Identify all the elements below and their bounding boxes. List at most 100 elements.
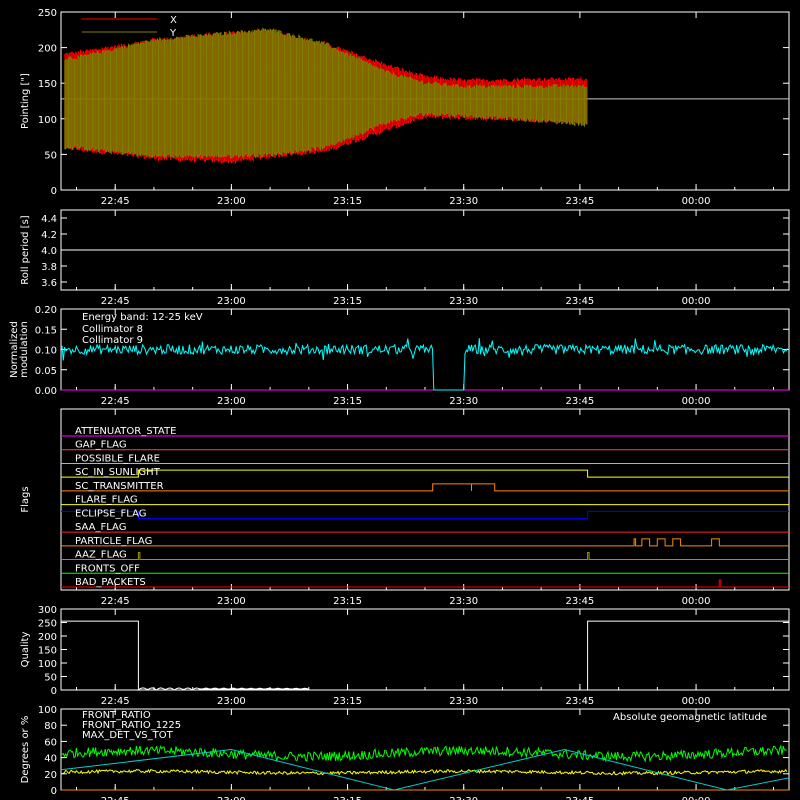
- flag-label: PARTICLE_FLAG: [75, 536, 152, 547]
- y-tick-label: 4.2: [41, 230, 57, 241]
- x-tick-label: 23:00: [217, 696, 246, 707]
- y-tick-label: 0.00: [35, 386, 57, 397]
- series-y: [64, 27, 588, 159]
- y-tick-label: 40: [44, 754, 57, 765]
- x-tick-label: 23:30: [449, 696, 478, 707]
- y-tick-label: 0: [51, 186, 57, 197]
- y-tick-label: 20: [44, 770, 57, 781]
- y-tick-label: 300: [38, 605, 57, 616]
- y-tick-label: 4.0: [41, 246, 57, 257]
- geomagnetic-latitude-label: Absolute geomagnetic latitude: [613, 712, 767, 723]
- y-tick-label: 100: [38, 659, 57, 670]
- x-tick-label: 23:30: [449, 796, 478, 800]
- x-tick-label: 23:15: [333, 596, 362, 607]
- y-tick-label: 60: [44, 737, 57, 748]
- y-tick-label: 150: [38, 79, 57, 90]
- x-tick-label: 22:45: [101, 396, 130, 407]
- y-tick-label: 100: [38, 705, 57, 716]
- x-tick-label: 23:15: [333, 396, 362, 407]
- x-tick-label: 00:00: [682, 196, 711, 207]
- flag-trace: [61, 483, 789, 492]
- y-axis-label: Degrees or %: [20, 716, 31, 784]
- flag-trace: [61, 579, 789, 588]
- legend-label: Collimator 9: [82, 335, 143, 346]
- series-front-ratio: [61, 768, 788, 776]
- y-tick-label: 0.15: [35, 325, 57, 336]
- panel-roll: [60, 209, 790, 291]
- x-tick-label: 23:45: [565, 296, 594, 307]
- x-tick-label: 00:00: [682, 296, 711, 307]
- x-tick-label: 23:45: [565, 396, 594, 407]
- panel-quality: [60, 608, 790, 691]
- plot-stack: 22:45 23:00 23:15 23:30 23:45 00:00 0 50 100 150 2…: [0, 0, 800, 800]
- series-front-ratio-1225: [61, 744, 787, 763]
- flag-label: SC_TRANSMITTER: [75, 481, 164, 492]
- x-tick-label: 00:00: [682, 696, 711, 707]
- x-tick-label: 22:45: [101, 296, 130, 307]
- x-tick-label: 23:00: [217, 396, 246, 407]
- x-tick-label: 23:15: [333, 696, 362, 707]
- legend-label: Collimator 8: [82, 324, 143, 335]
- x-tick-label: 23:00: [217, 596, 246, 607]
- flag-label: AAZ_FLAG: [75, 550, 127, 561]
- y-axis-label: Flags: [20, 486, 31, 512]
- x-tick-label: 22:45: [101, 596, 130, 607]
- x-tick-label: 22:45: [101, 196, 130, 207]
- x-tick-label: 23:45: [565, 596, 594, 607]
- x-tick-label: 23:15: [333, 796, 362, 800]
- y-tick-label: 80: [44, 721, 57, 732]
- legend-label: Y: [169, 28, 177, 39]
- y-tick-label: 100: [38, 115, 57, 126]
- x-tick-label: 22:45: [101, 796, 130, 800]
- flag-trace: [61, 538, 789, 547]
- y-tick-label: 4.4: [41, 214, 57, 225]
- x-tick-label: 23:15: [333, 196, 362, 207]
- x-tick-label: 23:30: [449, 596, 478, 607]
- y-tick-label: 0.20: [35, 305, 57, 316]
- flag-label: FLARE_FLAG: [75, 495, 138, 506]
- series-collimator-8: [61, 338, 788, 391]
- flag-label: POSSIBLE_FLARE: [75, 453, 160, 464]
- x-tick-label: 00:00: [682, 596, 711, 607]
- y-axis-label: modulation: [19, 321, 30, 378]
- x-tick-label: 23:00: [217, 296, 246, 307]
- y-tick-label: 0: [51, 786, 57, 797]
- y-tick-label: 250: [38, 619, 57, 630]
- energy-band-label: Energy band: 12-25 keV: [82, 312, 203, 323]
- x-tick-label: 23:45: [565, 696, 594, 707]
- flag-label: SAA_FLAG: [75, 522, 126, 533]
- flag-trace: [61, 552, 789, 561]
- y-tick-label: 150: [38, 646, 57, 657]
- y-tick-label: 0: [51, 686, 57, 697]
- y-tick-label: 200: [38, 632, 57, 643]
- y-axis-label: Roll period [s]: [20, 215, 31, 284]
- x-tick-label: 23:15: [333, 296, 362, 307]
- flag-label: SC_IN_SUNLIGHT: [75, 467, 161, 478]
- series-geomagnetic-latitude: [60, 748, 790, 791]
- quality-trace: [61, 620, 789, 691]
- flag-label: FRONTS_OFF: [75, 563, 140, 574]
- x-tick-label: 22:45: [101, 696, 130, 707]
- flag-label: ATTENUATOR_STATE: [75, 426, 176, 437]
- flag-trace: [61, 469, 789, 478]
- x-tick-label: 23:30: [449, 196, 478, 207]
- x-tick-label: 23:45: [565, 796, 594, 800]
- y-axis-label: Quality: [20, 632, 31, 668]
- y-tick-label: 0.05: [35, 366, 57, 377]
- y-tick-label: 200: [38, 44, 57, 55]
- y-axis-label: Pointing ["]: [20, 73, 31, 129]
- x-tick-label: 00:00: [682, 796, 711, 800]
- y-tick-label: 3.8: [41, 262, 57, 273]
- flag-label: GAP_FLAG: [75, 440, 127, 451]
- y-tick-label: 0.10: [35, 346, 57, 357]
- flag-label: BAD_PACKETS: [75, 577, 146, 588]
- hessi-quicklook-chart: 22:45 23:00 23:15 23:30 23:45 00:00 0 50 100 150 2…: [9, 8, 790, 800]
- x-tick-label: 23:45: [565, 196, 594, 207]
- legend-label: MAX_DET_VS_TOT: [82, 730, 174, 741]
- quality-fill: [198, 688, 309, 690]
- y-tick-label: 50: [44, 150, 57, 161]
- x-tick-label: 23:30: [449, 396, 478, 407]
- x-tick-label: 23:00: [217, 796, 246, 800]
- x-tick-label: 00:00: [682, 396, 711, 407]
- y-tick-label: 3.6: [41, 278, 57, 289]
